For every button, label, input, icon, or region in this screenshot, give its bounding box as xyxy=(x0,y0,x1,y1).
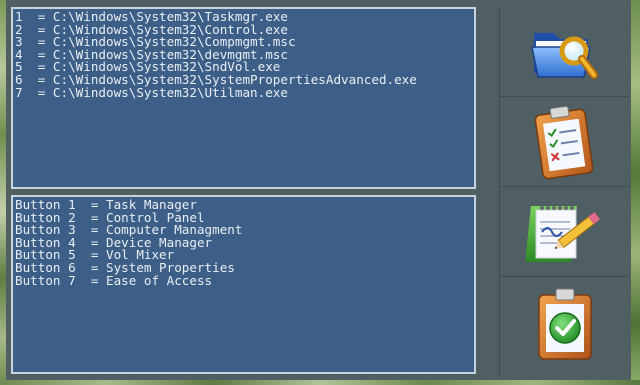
clipboard-checkmark-icon xyxy=(537,288,592,360)
folder-search-icon xyxy=(530,33,598,79)
button-legend-pane[interactable]: Button 1 = Task Manager Button 2 = Contr… xyxy=(11,195,476,374)
tile-folder-search-button[interactable] xyxy=(500,8,629,97)
background-grass-right xyxy=(631,0,640,385)
icon-sidebar xyxy=(500,8,632,376)
tile-clipboard-checkmark-button[interactable] xyxy=(500,278,629,370)
button-legend-line-7: Button 7 = Ease of Access xyxy=(15,272,213,288)
notepad-pencil-icon xyxy=(525,206,600,262)
clipboard-checklist-icon xyxy=(534,105,593,180)
path-list-pane[interactable]: 1 = C:\Windows\System32\Taskmgr.exe 2 = … xyxy=(11,7,476,189)
background-grass-left xyxy=(0,0,6,385)
tile-notepad-pencil-button[interactable] xyxy=(500,188,629,277)
tile-clipboard-checklist-button[interactable] xyxy=(500,98,629,187)
background-grass-bottom xyxy=(0,380,640,385)
path-line-7: 7 = C:\Windows\System32\Utilman.exe xyxy=(15,84,288,100)
